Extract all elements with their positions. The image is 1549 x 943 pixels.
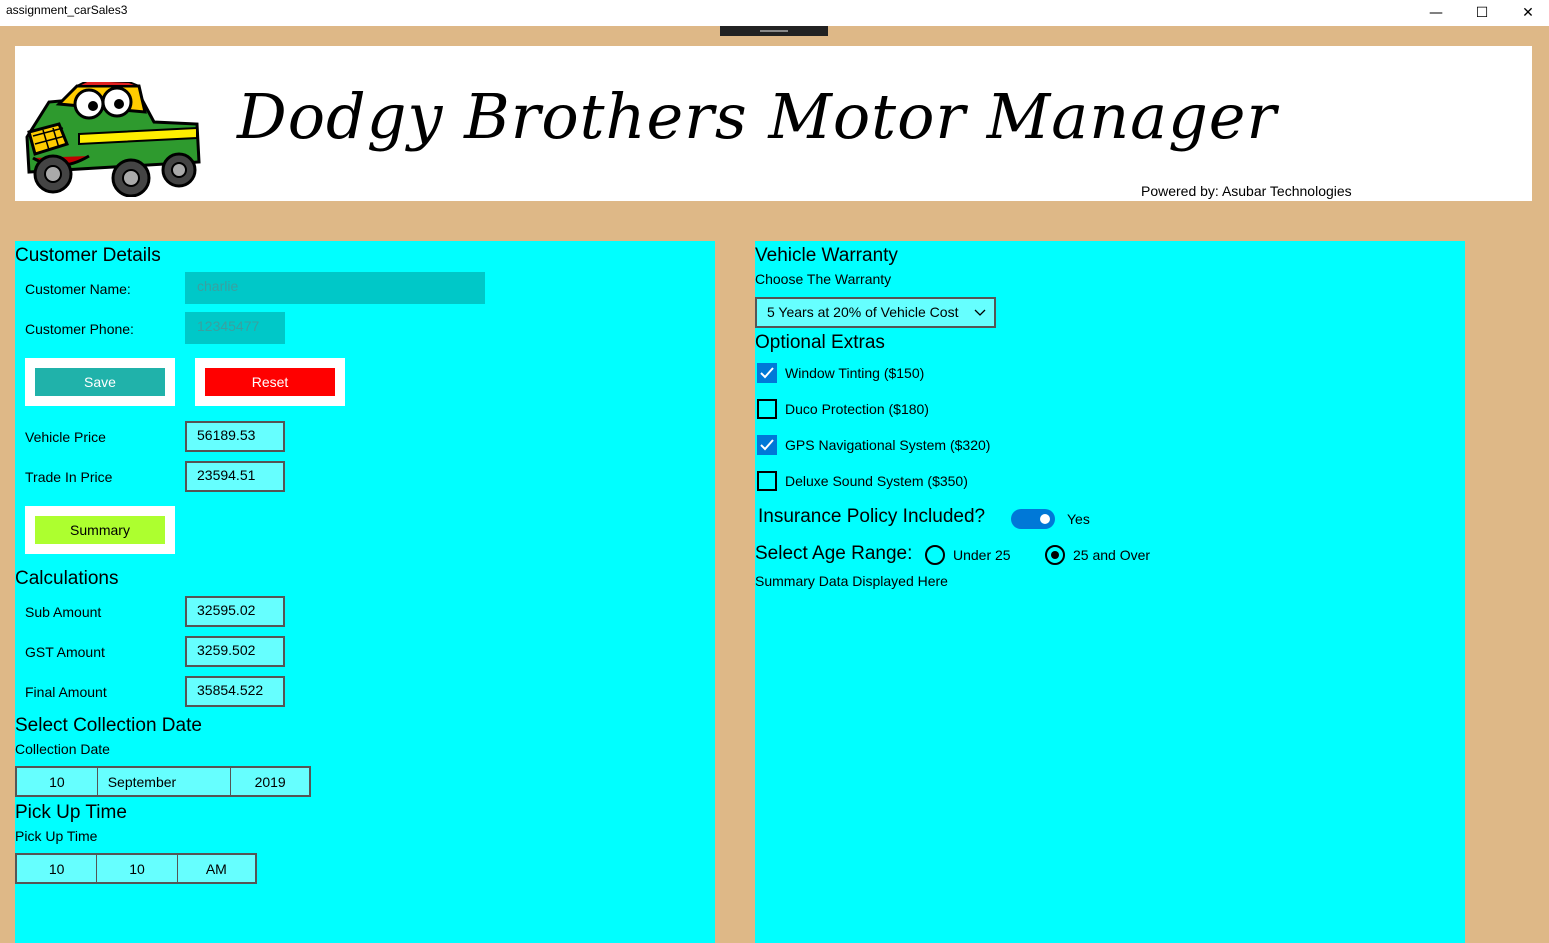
extra-label: GPS Navigational System ($320) — [785, 437, 991, 453]
radio-selected-dot — [1051, 551, 1059, 559]
radio-25-and-over[interactable] — [1045, 545, 1065, 565]
extra-deluxe-sound[interactable]: Deluxe Sound System ($350) — [755, 471, 1055, 493]
trade-in-price-label: Trade In Price — [25, 469, 113, 485]
customer-name-field[interactable]: charlie — [185, 272, 485, 304]
save-button-frame: Save — [25, 358, 175, 406]
save-button[interactable]: Save — [35, 368, 165, 396]
final-amount-label: Final Amount — [25, 684, 107, 700]
reset-button[interactable]: Reset — [205, 368, 335, 396]
extra-window-tinting[interactable]: Window Tinting ($150) — [755, 363, 1055, 385]
pickup-time-heading: Pick Up Time — [15, 802, 127, 823]
calculations-heading: Calculations — [15, 568, 119, 589]
collection-date-picker[interactable]: 10 September 2019 — [15, 766, 311, 797]
date-month[interactable]: September — [98, 768, 232, 795]
radio-under-25[interactable] — [925, 545, 945, 565]
time-minute[interactable]: 10 — [97, 855, 178, 882]
age-range-label: Select Age Range: — [755, 543, 913, 564]
sub-amount-label: Sub Amount — [25, 604, 102, 620]
collection-date-heading: Select Collection Date — [15, 715, 202, 736]
warranty-selected: 5 Years at 20% of Vehicle Cost — [767, 304, 959, 320]
date-year[interactable]: 2019 — [231, 768, 309, 795]
pickup-time-picker[interactable]: 10 10 AM — [15, 853, 257, 884]
extra-duco-protection[interactable]: Duco Protection ($180) — [755, 399, 1055, 421]
vehicle-warranty-heading: Vehicle Warranty — [755, 245, 898, 266]
under-25-label: Under 25 — [953, 547, 1011, 563]
reset-button-frame: Reset — [195, 358, 345, 406]
customer-phone-label: Customer Phone: — [25, 321, 134, 337]
insurance-toggle[interactable] — [1011, 509, 1055, 529]
sub-amount-field[interactable]: 32595.02 — [185, 596, 285, 627]
date-day[interactable]: 10 — [17, 768, 98, 795]
trade-in-price-field[interactable]: 23594.51 — [185, 461, 285, 492]
insurance-label: Insurance Policy Included? — [758, 506, 986, 527]
vehicle-price-field[interactable]: 56189.53 — [185, 421, 285, 452]
vehicle-price-label: Vehicle Price — [25, 429, 106, 445]
header-banner: Dodgy Brothers Motor Manager Powered by:… — [15, 46, 1532, 201]
drag-handle[interactable] — [720, 26, 828, 36]
summary-output: Summary Data Displayed Here — [755, 573, 948, 589]
checkbox-unchecked-icon[interactable] — [757, 471, 777, 491]
extra-label: Duco Protection ($180) — [785, 401, 929, 417]
app-title: Dodgy Brothers Motor Manager — [237, 80, 1278, 153]
maximize-button[interactable]: ☐ — [1459, 0, 1505, 26]
checkbox-unchecked-icon[interactable] — [757, 399, 777, 419]
chevron-down-icon — [974, 309, 986, 316]
collection-date-label: Collection Date — [15, 741, 110, 757]
time-period[interactable]: AM — [178, 855, 255, 882]
warranty-dropdown[interactable]: 5 Years at 20% of Vehicle Cost — [755, 297, 996, 328]
cartoon-truck-logo-icon — [25, 82, 201, 197]
customer-name-label: Customer Name: — [25, 281, 131, 297]
gst-amount-field[interactable]: 3259.502 — [185, 636, 285, 667]
customer-phone-field[interactable]: 12345477 — [185, 312, 285, 344]
choose-warranty-label: Choose The Warranty — [755, 271, 892, 287]
vehicle-panel: Vehicle Warranty Choose The Warranty 5 Y… — [755, 241, 1465, 943]
25-and-over-label: 25 and Over — [1073, 547, 1151, 563]
gst-amount-label: GST Amount — [25, 644, 105, 660]
extra-gps-navigation[interactable]: GPS Navigational System ($320) — [755, 435, 1055, 457]
customer-details-heading: Customer Details — [15, 245, 161, 266]
pickup-time-label: Pick Up Time — [15, 828, 98, 844]
window-title: assignment_carSales3 — [6, 3, 128, 17]
summary-button[interactable]: Summary — [35, 516, 165, 544]
summary-button-frame: Summary — [25, 506, 175, 554]
checkbox-checked-icon[interactable] — [757, 435, 777, 455]
minimize-button[interactable]: — — [1413, 0, 1459, 26]
extra-label: Window Tinting ($150) — [785, 365, 925, 381]
optional-extras-heading: Optional Extras — [755, 332, 885, 353]
close-button[interactable]: ✕ — [1505, 0, 1549, 26]
extra-label: Deluxe Sound System ($350) — [785, 473, 968, 489]
title-bar: assignment_carSales3 — ☐ ✕ — [0, 0, 1549, 26]
final-amount-field[interactable]: 35854.522 — [185, 676, 285, 707]
insurance-state: Yes — [1067, 511, 1090, 527]
time-hour[interactable]: 10 — [17, 855, 98, 882]
customer-panel: Customer Details Customer Name: charlie … — [15, 241, 715, 943]
powered-by-label: Powered by: Asubar Technologies — [1141, 183, 1352, 199]
checkbox-checked-icon[interactable] — [757, 363, 777, 383]
toggle-knob — [1040, 514, 1050, 524]
